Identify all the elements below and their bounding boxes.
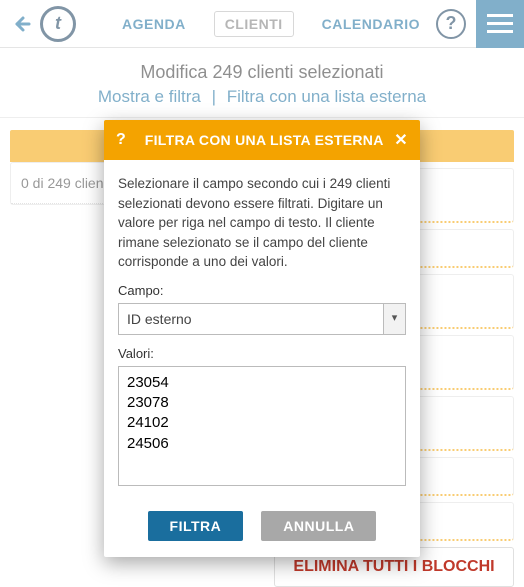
chevron-down-icon: ▾	[392, 311, 398, 327]
cancel-button[interactable]: ANNULLA	[261, 511, 376, 541]
dialog-body: Selezionare il campo secondo cui i 249 c…	[104, 160, 420, 501]
field-select-toggle[interactable]: ▾	[384, 303, 406, 335]
dialog-message: Selezionare il campo secondo cui i 249 c…	[118, 174, 406, 272]
filter-button[interactable]: FILTRA	[148, 511, 244, 541]
dialog-actions: FILTRA ANNULLA	[104, 501, 420, 557]
dialog-help-icon[interactable]: ?	[116, 131, 126, 149]
dialog-header: ? FILTRA CON UNA LISTA ESTERNA ✕	[104, 120, 420, 160]
field-select-value[interactable]: ID esterno	[118, 303, 384, 335]
field-label-valori: Valori:	[118, 345, 406, 364]
filter-dialog: ? FILTRA CON UNA LISTA ESTERNA ✕ Selezio…	[104, 120, 420, 557]
dialog-title: FILTRA CON UNA LISTA ESTERNA	[142, 132, 394, 148]
field-label-campo: Campo:	[118, 282, 406, 301]
values-textarea[interactable]	[118, 366, 406, 486]
dialog-close-button[interactable]: ✕	[394, 130, 408, 150]
field-select[interactable]: ID esterno ▾	[118, 303, 406, 335]
